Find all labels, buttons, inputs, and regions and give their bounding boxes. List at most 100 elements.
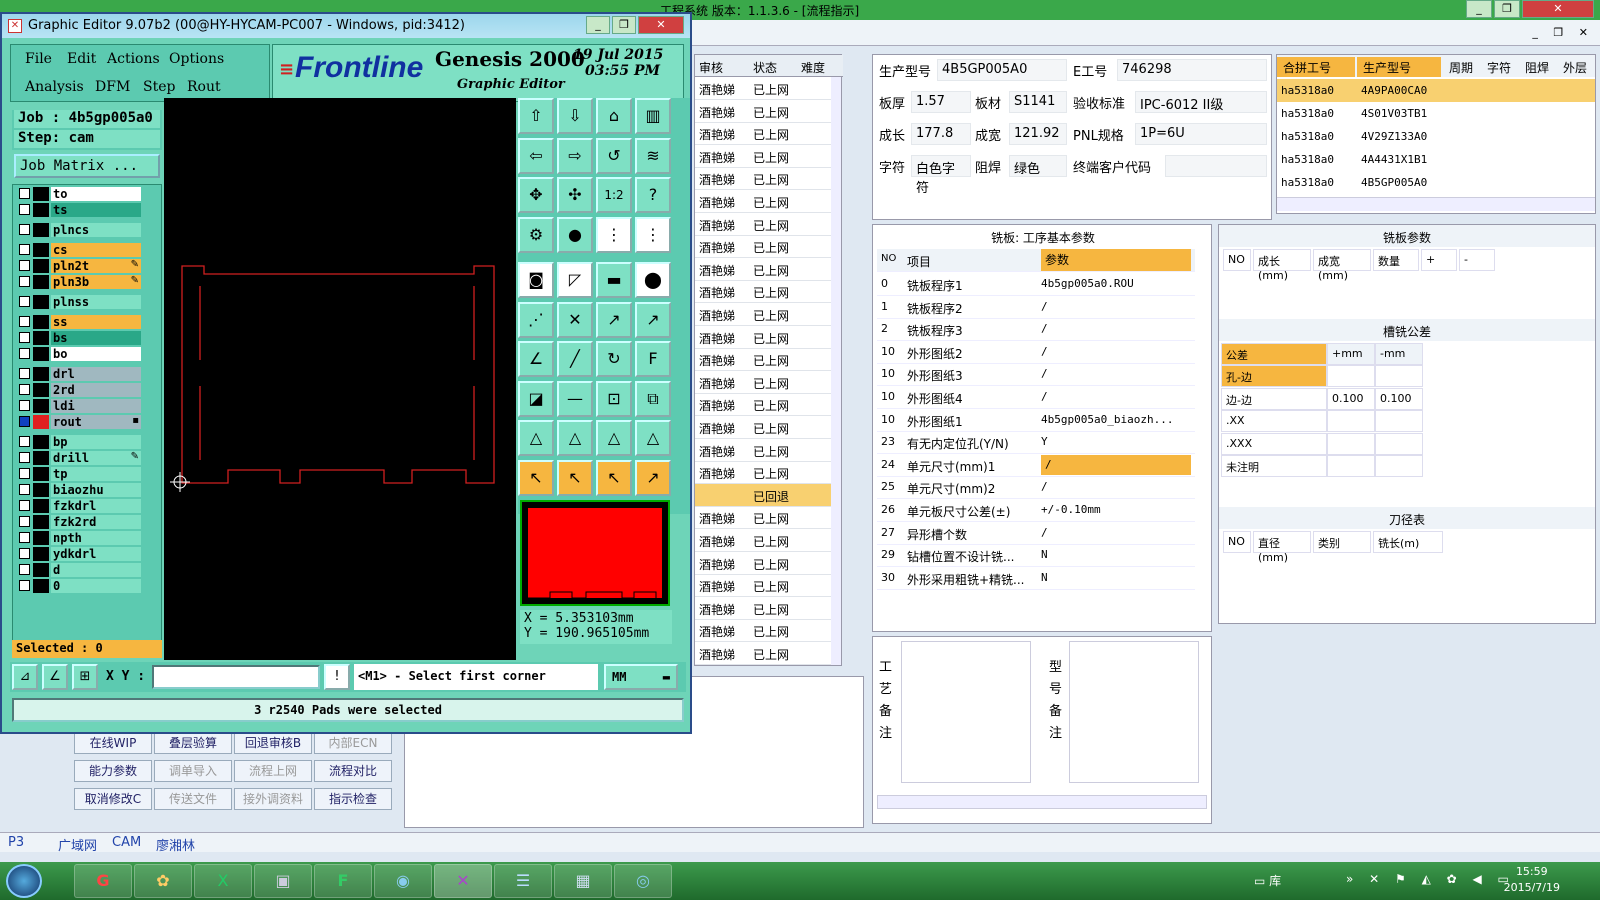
layer-checkbox[interactable] — [19, 384, 30, 395]
params-row[interactable]: 10 外形图纸2 / — [877, 341, 1195, 364]
layer-row[interactable]: ydkdrl — [17, 547, 141, 561]
layer-checkbox[interactable] — [19, 564, 30, 575]
slot-cell[interactable] — [1327, 432, 1375, 455]
taskbar-calculator-icon[interactable]: ▦ — [554, 864, 612, 898]
status-row[interactable]: 酒艳娣 已上网 — [695, 439, 833, 462]
layer-checkbox[interactable] — [19, 580, 30, 591]
dash-icon[interactable]: — — [557, 380, 593, 417]
parts-row[interactable]: ha5318a0 4A4431X1B1 — [1277, 148, 1595, 171]
layer-checkbox[interactable] — [19, 416, 30, 427]
layer-row[interactable]: bp — [17, 435, 141, 449]
function-button[interactable]: 叠层验算 — [154, 732, 232, 754]
ruler-icon[interactable]: ▬ — [596, 262, 632, 298]
params-row[interactable]: 30 外形采用粗铣+精铣... N — [877, 567, 1195, 590]
layer-checkbox[interactable] — [19, 260, 30, 271]
layer-name[interactable]: biaozhu — [51, 483, 141, 497]
slot-cell[interactable]: 未注明 — [1221, 455, 1327, 477]
process-notes-field[interactable] — [901, 641, 1031, 783]
menu-rout[interactable]: Rout — [187, 79, 221, 95]
slot-col-header[interactable]: +mm — [1327, 343, 1375, 365]
taskbar-eye-icon[interactable]: ◉ — [374, 864, 432, 898]
layer-row[interactable]: drill ✎ — [17, 451, 141, 465]
layer-row[interactable]: to — [17, 187, 141, 201]
menu-dfm[interactable]: DFM — [95, 79, 130, 95]
layer-row[interactable]: ldi — [17, 399, 141, 413]
layer-row[interactable]: drl — [17, 367, 141, 381]
mill-col-header[interactable]: + — [1421, 249, 1457, 271]
restore-button[interactable]: ❐ — [1494, 0, 1520, 18]
slot-col-header[interactable]: 公差 — [1221, 343, 1327, 365]
minimize-button[interactable]: _ — [1466, 0, 1492, 18]
layer-name[interactable]: to — [51, 187, 141, 201]
status-row[interactable]: 酒艳娣 已上网 — [695, 506, 833, 530]
slot-cell[interactable] — [1375, 432, 1423, 455]
slot-cell[interactable] — [1327, 455, 1375, 477]
parts-col-cycle[interactable]: 周期 — [1443, 57, 1479, 77]
e-no-value[interactable]: 746298 — [1117, 59, 1267, 81]
genesis-close-button[interactable]: ✕ — [638, 16, 684, 34]
function-button[interactable]: 接外调资料 — [234, 788, 312, 810]
layer-name[interactable]: drill — [51, 451, 141, 465]
slot-cell[interactable]: 0.100 — [1327, 387, 1375, 410]
pan-left-icon[interactable]: ⇦ — [518, 137, 554, 174]
graphic-canvas[interactable] — [164, 98, 516, 660]
parts-col-mask[interactable]: 阻焊 — [1519, 57, 1555, 77]
layer-row[interactable]: 0 — [17, 579, 141, 593]
tool-col-header[interactable]: NO — [1223, 531, 1251, 553]
taskbar-notepad-icon[interactable]: ☰ — [494, 864, 552, 898]
measure-icon[interactable]: ∠ — [42, 664, 68, 690]
parts-row[interactable]: ha5318a0 4V29Z133A0 — [1277, 125, 1595, 148]
layer-name[interactable]: bo — [51, 347, 141, 361]
shape-icon[interactable]: ◸ — [557, 262, 593, 298]
status-row[interactable]: 酒艳娣 已上网 — [695, 77, 833, 100]
params-row[interactable]: 24 单元尺寸(mm)1 / — [877, 454, 1195, 477]
layer-name[interactable]: tp — [51, 467, 141, 481]
function-button[interactable]: 传送文件 — [154, 788, 232, 810]
mill-col-header[interactable]: - — [1459, 249, 1495, 271]
function-button[interactable]: 流程对比 — [314, 760, 392, 782]
vector-icon[interactable]: ↗ — [596, 301, 632, 338]
status-row[interactable]: 酒艳娣 已上网 — [695, 190, 833, 213]
layer-checkbox[interactable] — [19, 368, 30, 379]
snap-icon[interactable]: ⊿ — [12, 664, 38, 690]
layer-row[interactable]: plnss — [17, 295, 141, 309]
help-icon[interactable]: ? — [635, 177, 671, 213]
layer-name[interactable]: ss — [51, 315, 141, 329]
layer-net-icon[interactable]: ⋮ — [635, 216, 671, 253]
layer-row[interactable]: bo — [17, 347, 141, 361]
mill-col-header[interactable]: 成长(mm) — [1253, 249, 1311, 282]
parts-col-merge-no[interactable]: 合拼工号 — [1277, 57, 1355, 77]
layer-checkbox[interactable] — [19, 400, 30, 411]
layer-row[interactable]: cs — [17, 243, 141, 257]
params-row[interactable]: 27 异形槽个数 / — [877, 522, 1195, 545]
layer-row[interactable]: fzk2rd — [17, 515, 141, 529]
job-matrix-button[interactable]: Job Matrix ... — [14, 154, 160, 178]
layer-row[interactable]: pln2t ✎ — [17, 259, 141, 273]
slot-cell[interactable]: 孔-边 — [1221, 365, 1327, 387]
tool-col-header[interactable]: 类别 — [1313, 531, 1371, 553]
layer-name[interactable]: pln2t — [51, 259, 141, 273]
params-row[interactable]: 0 铣板程序1 4b5gp005a0.ROU — [877, 273, 1195, 296]
layer-checkbox[interactable] — [19, 244, 30, 255]
layer-connect-icon[interactable]: ⋮ — [596, 216, 632, 253]
layer-checkbox[interactable] — [19, 224, 30, 235]
params-row[interactable]: 10 外形图纸1 4b5gp005a0_biaozh... — [877, 409, 1195, 432]
move-icon[interactable]: ◪ — [518, 380, 554, 417]
arc-icon[interactable]: ↻ — [596, 341, 632, 377]
parts-col-outer[interactable]: 外层 — [1557, 57, 1593, 77]
slot-cell[interactable]: 0.100 — [1375, 387, 1423, 410]
col-header-difficulty[interactable]: 难度 — [801, 59, 825, 76]
mask-value[interactable]: 绿色 — [1009, 155, 1067, 177]
zoom-down-icon[interactable]: ⇩ — [557, 98, 593, 134]
status-row[interactable]: 酒艳娣 已上网 — [695, 552, 833, 575]
layer-checkbox[interactable] — [19, 468, 30, 479]
taskbar-excel-icon[interactable]: X — [194, 864, 252, 898]
zoom-home-icon[interactable]: ⇧ — [518, 98, 554, 134]
layer-row[interactable]: fzkdrl — [17, 499, 141, 513]
col-header-review[interactable]: 审核 — [699, 59, 723, 76]
status-row[interactable]: 酒艳娣 已上网 — [695, 122, 833, 146]
copy-icon[interactable]: ⧉ — [635, 380, 671, 417]
function-button[interactable]: 能力参数 — [74, 760, 152, 782]
width-value[interactable]: 121.92 — [1009, 123, 1067, 145]
layer-checkbox[interactable] — [19, 452, 30, 463]
